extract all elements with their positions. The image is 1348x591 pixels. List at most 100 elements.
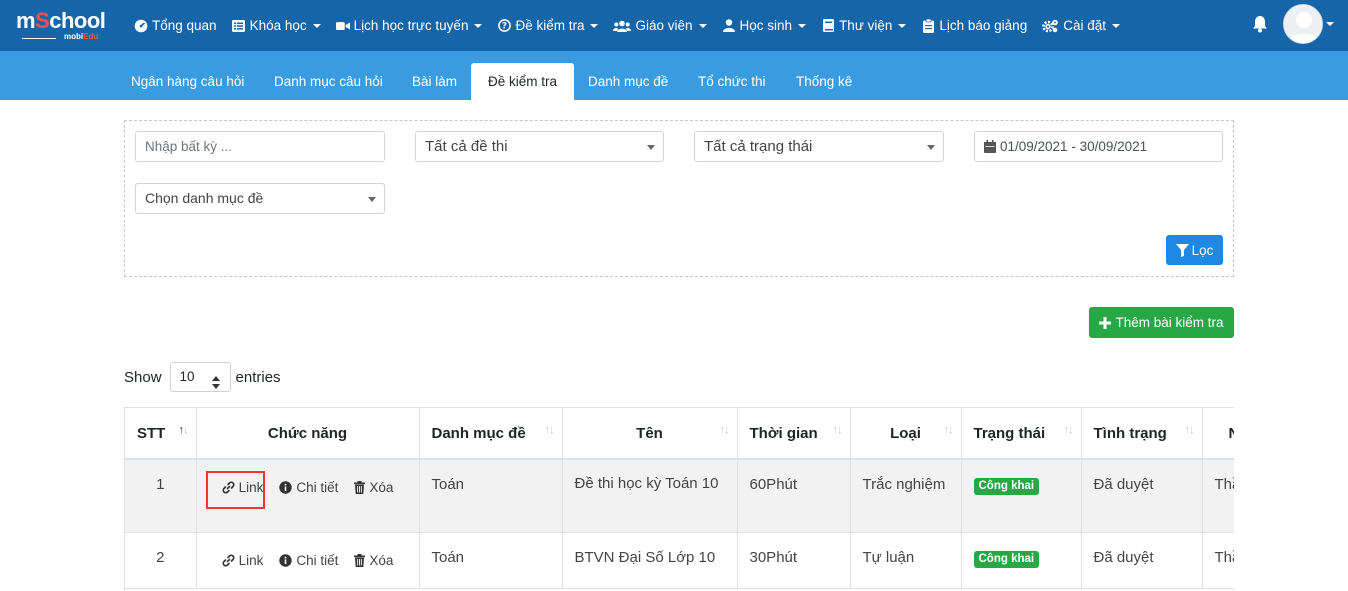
book-icon (821, 19, 835, 33)
menu-item-hoc-sinh[interactable]: Học sinh (722, 18, 807, 33)
column-header-tinh-trang[interactable]: Tình trạng ↑↓ (1081, 408, 1203, 460)
exam-select[interactable]: Tất cả đề thi (415, 131, 664, 162)
menu-item-lich-hoc[interactable]: Lịch học trực tuyến (335, 18, 483, 33)
table-row: 2 Link Chi tiết Xóa Toán BTVN Đại Số Lớp… (125, 532, 1234, 589)
page-length-select[interactable]: 10 (169, 362, 231, 392)
highlight-box (206, 471, 265, 509)
sort-icon: ↑↓ (178, 424, 189, 436)
chevron-down-icon (368, 197, 376, 202)
sort-icon: ↑↓ (719, 424, 730, 436)
dashboard-icon (134, 19, 148, 33)
filter-panel: Nhập bất kỳ ... Tất cả đề thi Tất cả trạ… (124, 120, 1234, 277)
menu-item-lich-bao-giang[interactable]: Lịch báo giảng (921, 18, 1027, 33)
detail-button[interactable]: Chi tiết (279, 480, 338, 495)
exam-table: STT ↑↓ Chức năng Danh mục đề ↑↓ Tên ↑↓ Thời… (124, 407, 1234, 591)
cell-actions: Link Chi tiết Xóa (196, 532, 420, 589)
menu-label: Học sinh (739, 18, 793, 33)
filter-icon (1175, 243, 1189, 257)
bell-icon[interactable] (1252, 15, 1268, 33)
tab-danh-muc-cau-hoi[interactable]: Danh mục câu hỏi (257, 63, 400, 100)
column-header-danh-muc-de[interactable]: Danh mục đề ↑↓ (419, 408, 563, 460)
status-select[interactable]: Tất cả trạng thái (694, 131, 944, 162)
link-label: Link (238, 552, 264, 568)
trash-icon (354, 481, 366, 494)
tab-danh-muc-de[interactable]: Danh mục đề (571, 63, 685, 100)
filter-button[interactable]: Lọc (1166, 235, 1223, 265)
add-exam-button[interactable]: Thêm bài kiểm tra (1089, 307, 1234, 338)
chevron-down-icon (474, 23, 483, 28)
menu-label: Lịch báo giảng (939, 18, 1028, 33)
chevron-down-icon (647, 145, 655, 150)
menu-item-thu-vien[interactable]: Thư viện (821, 18, 907, 33)
column-header-trang-thai[interactable]: Trạng thái ↑↓ (961, 408, 1082, 460)
cell-category: Toán (419, 459, 563, 533)
tab-de-kiem-tra[interactable]: Đề kiểm tra (471, 63, 575, 100)
tab-thong-ke[interactable]: Thống kê (779, 63, 869, 100)
cell-name: Đề thi học kỳ Toán 10 (562, 459, 738, 533)
main-menu: Tổng quan Khóa học Lịch học trực tuyến ?… (134, 0, 1135, 51)
mschool-logo[interactable]: mSchool mobiEdu (16, 8, 116, 44)
cell-state: Đã duyệt (1081, 459, 1203, 533)
plus-icon (1099, 316, 1112, 329)
menu-item-giao-vien[interactable]: Giáo viên (613, 18, 707, 33)
calendar-icon (984, 140, 996, 153)
list-icon (232, 19, 246, 33)
delete-label: Xóa (369, 552, 394, 568)
question-circle-icon: ? (497, 19, 511, 33)
info-icon (279, 553, 293, 567)
chevron-down-icon (927, 145, 935, 150)
chevron-down-icon (798, 23, 807, 28)
chevron-down-icon (312, 23, 321, 28)
chevron-down-icon[interactable] (1326, 22, 1334, 26)
cell-time: 30Phút (737, 532, 851, 589)
tab-to-chuc-thi[interactable]: Tổ chức thi (681, 63, 783, 100)
delete-button[interactable]: Xóa (354, 480, 393, 495)
sort-icon: ↑↓ (943, 424, 954, 436)
detail-label: Chi tiết (296, 552, 339, 568)
svg-text:?: ? (502, 22, 507, 32)
detail-button[interactable]: Chi tiết (279, 553, 338, 568)
cell-stt: 1 (125, 459, 197, 533)
chevron-down-icon (590, 23, 599, 28)
column-header-loai[interactable]: Loại ↑↓ (850, 408, 962, 460)
cell-stt: 2 (125, 532, 197, 589)
menu-label: Lịch học trực tuyến (353, 18, 469, 33)
delete-button[interactable]: Xóa (354, 553, 393, 568)
avatar[interactable] (1283, 4, 1323, 44)
menu-item-cai-dat[interactable]: Cài đặt (1042, 18, 1120, 33)
sort-icon: ↑↓ (832, 424, 843, 436)
date-range-input[interactable]: 01/09/2021 - 30/09/2021 (974, 131, 1223, 162)
chevron-down-icon (898, 23, 907, 28)
cell-extra: Thầ (1202, 532, 1234, 589)
chevron-down-icon (1111, 23, 1120, 28)
link-button[interactable]: Link (222, 552, 264, 568)
video-icon (335, 19, 350, 33)
tab-bai-lam[interactable]: Bài làm (395, 63, 474, 100)
info-icon (279, 481, 293, 494)
category-select-value: Chọn danh mục đề (145, 190, 264, 206)
column-header-stt[interactable]: STT ↑↓ (125, 408, 197, 460)
column-header-chuc-nang: Chức năng (196, 408, 420, 460)
menu-label: Thư viện (839, 18, 893, 33)
user-icon (722, 19, 736, 33)
column-header-next[interactable]: N (1202, 408, 1234, 460)
column-header-ten[interactable]: Tên ↑↓ (562, 408, 738, 460)
category-select[interactable]: Chọn danh mục đề (135, 183, 385, 214)
status-select-value: Tất cả trạng thái (704, 138, 813, 155)
column-header-thoi-gian[interactable]: Thời gian ↑↓ (737, 408, 851, 460)
users-icon (613, 19, 632, 33)
tab-ngan-hang-cau-hoi[interactable]: Ngân hàng câu hỏi (114, 63, 261, 100)
status-badge: Công khai (973, 550, 1040, 568)
menu-item-tong-quan[interactable]: Tổng quan (134, 18, 217, 33)
add-exam-button-label: Thêm bài kiểm tra (1115, 315, 1224, 330)
menu-item-de-kiem-tra[interactable]: ? Đề kiểm tra (497, 18, 599, 33)
cell-name: BTVN Đại Số Lớp 10 (562, 532, 738, 589)
cell-type: Trắc nghiệm (850, 459, 962, 533)
cell-type: Tự luận (850, 532, 962, 589)
menu-label: Đề kiểm tra (515, 18, 585, 33)
cell-state: Đã duyệt (1081, 532, 1203, 589)
search-input[interactable]: Nhập bất kỳ ... (135, 131, 385, 162)
menu-item-khoa-hoc[interactable]: Khóa học (232, 18, 321, 33)
status-badge: Công khai (973, 478, 1040, 495)
page-length-control: Show 10 entries (124, 362, 281, 392)
